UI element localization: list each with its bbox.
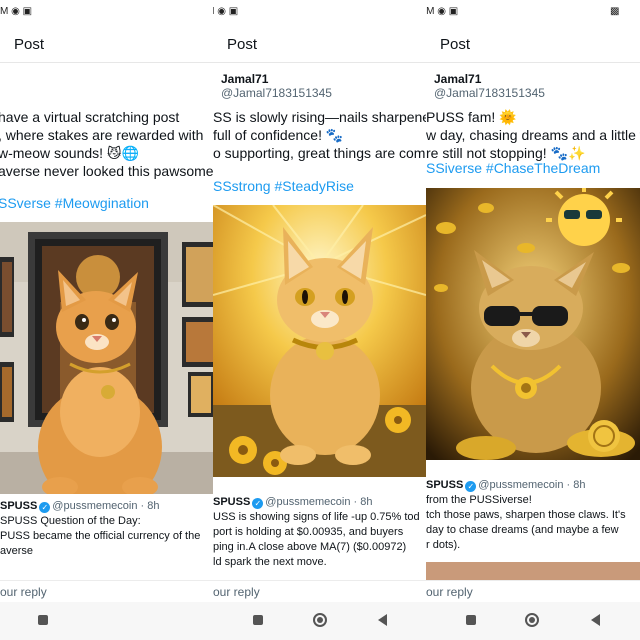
- page-title: Post: [14, 36, 45, 53]
- top-bar: Post: [213, 28, 426, 62]
- page-title: Post: [440, 36, 471, 53]
- quoted-author-handle: @pussmemecoin: [52, 500, 138, 512]
- carrier-label: M: [0, 6, 9, 17]
- quoted-text-line: port is holding at $0.00935, and buyers: [213, 526, 404, 538]
- quoted-text-line: SPUSS Question of the Day:: [0, 515, 141, 527]
- square-icon[interactable]: [466, 615, 476, 625]
- carrier-label: M: [426, 6, 435, 17]
- square-icon[interactable]: [253, 615, 263, 625]
- post-hashtags[interactable]: SSiverse #ChaseTheDream: [426, 160, 600, 176]
- reply-bar[interactable]: our reply: [0, 580, 213, 602]
- post-hashtags[interactable]: SSverse #Meowgination: [0, 195, 149, 211]
- post-text: have a virtual scratching post , where s…: [0, 108, 213, 180]
- reply-bar[interactable]: our reply: [213, 580, 426, 602]
- post-text-line: w day, chasing dreams and a little f: [426, 127, 640, 143]
- triangle-back-icon[interactable]: [591, 614, 600, 626]
- divider: [213, 62, 426, 63]
- cool-cat-illustration: [426, 188, 640, 460]
- quoted-post[interactable]: SPUSS ✓ @pussmemecoin · 8h from the PUSSiv…: [426, 478, 626, 553]
- quoted-post-header: SPUSS ✓ @pussmemecoin · 8h: [426, 478, 626, 493]
- system-nav-bar: [213, 602, 426, 640]
- divider: [0, 62, 213, 63]
- status-right: ▩: [610, 6, 621, 17]
- page-title: Post: [227, 36, 258, 53]
- quoted-author-handle: @pussmemecoin: [478, 479, 564, 491]
- post-text-line: o supporting, great things are comin: [213, 145, 426, 161]
- quoted-text-line: ld spark the next move.: [213, 556, 327, 568]
- top-bar: Post: [426, 28, 640, 62]
- post-hashtags[interactable]: SSstrong #SteadyRise: [213, 178, 354, 194]
- circle-home-icon[interactable]: [313, 613, 327, 627]
- quoted-author-name[interactable]: SPUSS: [0, 500, 37, 512]
- quoted-text-line: r dots).: [426, 539, 461, 551]
- verified-badge-icon: ✓: [39, 502, 51, 513]
- quoted-post-header: SPUSS ✓ @pussmemecoin · 8h: [213, 495, 420, 510]
- post-text-line: SS is slowly rising—nails sharpened: [213, 109, 426, 125]
- post-text-line: full of confidence! 🐾: [213, 127, 344, 143]
- top-bar: Post: [0, 28, 213, 62]
- status-left: ▩▩ ≈M ◉ ▣: [213, 6, 238, 17]
- quoted-text-line: PUSS became the official currency of the: [0, 530, 201, 542]
- quoted-author-name[interactable]: SPUSS: [213, 496, 250, 508]
- post-panel-2: ▩▩ ≈M ◉ ▣ Post Jamal71 @Jamal7183151345 …: [213, 0, 426, 640]
- quoted-post-time: · 8h: [566, 479, 586, 491]
- quoted-author-name[interactable]: SPUSS: [426, 479, 463, 491]
- quoted-post[interactable]: SPUSS ✓ @pussmemecoin · 8h SPUSS Question …: [0, 499, 200, 559]
- square-icon[interactable]: [38, 615, 48, 625]
- carrier-label: M: [213, 6, 215, 17]
- divider: [426, 62, 640, 63]
- cat-gallery-illustration: [0, 222, 213, 494]
- quoted-text-line: tch those paws, sharpen those claws. It'…: [426, 509, 626, 521]
- author-handle: @Jamal7183151345: [434, 86, 545, 100]
- triangle-back-icon[interactable]: [378, 614, 387, 626]
- quoted-post-header: SPUSS ✓ @pussmemecoin · 8h: [0, 499, 200, 514]
- quoted-text-line: from the PUSSiverse!: [426, 494, 532, 506]
- quoted-text-line: averse: [0, 545, 34, 557]
- quoted-post[interactable]: SPUSS ✓ @pussmemecoin · 8h USS is showing …: [213, 495, 420, 570]
- circle-home-icon[interactable]: [525, 613, 539, 627]
- post-text-line: have a virtual scratching post: [0, 109, 180, 125]
- reply-input[interactable]: our reply: [0, 585, 47, 599]
- quoted-text-line: day to chase dreams (and maybe a few: [426, 524, 619, 536]
- post-image-cool-cat[interactable]: [426, 188, 640, 460]
- post-panel-3: ▩▩ ≈M ◉ ▣ ▩ Post Jamal71 @Jamal718315134…: [426, 0, 640, 640]
- post-text: SS is slowly rising—nails sharpened full…: [213, 108, 426, 162]
- post-text-line: , where stakes are rewarded with: [0, 127, 204, 143]
- post-panel-1: M ◉ ▣ Post have a virtual scratching pos…: [0, 0, 213, 640]
- status-left: M ◉ ▣: [0, 6, 33, 17]
- status-bar: ▩▩ ≈M ◉ ▣: [213, 0, 426, 28]
- system-nav-bar: [426, 602, 640, 640]
- post-author[interactable]: Jamal71 @Jamal7183151345: [221, 72, 426, 100]
- post-text-line: PUSS fam! 🌞: [426, 109, 517, 125]
- author-name[interactable]: Jamal71: [221, 72, 426, 86]
- quoted-post-time: · 8h: [140, 500, 160, 512]
- post-text-line: w-meow sounds! 😼🌐: [0, 145, 139, 161]
- next-media-thumbnail[interactable]: [426, 562, 640, 580]
- post-author[interactable]: Jamal71 @Jamal7183151345: [434, 72, 640, 100]
- author-name[interactable]: Jamal71: [434, 72, 640, 86]
- quoted-post-time: · 8h: [353, 496, 373, 508]
- system-nav-bar: [0, 602, 213, 640]
- author-handle: @Jamal7183151345: [221, 86, 332, 100]
- golden-cat-illustration: [213, 205, 426, 477]
- reply-bar[interactable]: our reply: [426, 580, 640, 602]
- verified-badge-icon: ✓: [465, 481, 477, 492]
- quoted-author-handle: @pussmemecoin: [265, 496, 351, 508]
- post-image-cat-gallery[interactable]: [0, 222, 213, 494]
- reply-input[interactable]: our reply: [426, 585, 473, 599]
- quoted-text-line: USS is showing signs of life -up 0.75% t…: [213, 511, 420, 523]
- quoted-text-line: ping in.A close above MA(7) ($0.00972): [213, 541, 407, 553]
- status-bar: M ◉ ▣: [0, 0, 213, 28]
- post-text-line: averse never looked this pawsome!: [0, 163, 213, 179]
- post-text: PUSS fam! 🌞 w day, chasing dreams and a …: [426, 108, 640, 162]
- post-image-golden-cat[interactable]: [213, 205, 426, 477]
- reply-input[interactable]: our reply: [213, 585, 260, 599]
- status-left: ▩▩ ≈M ◉ ▣: [426, 6, 459, 17]
- verified-badge-icon: ✓: [252, 498, 264, 509]
- status-bar: ▩▩ ≈M ◉ ▣ ▩: [426, 0, 640, 28]
